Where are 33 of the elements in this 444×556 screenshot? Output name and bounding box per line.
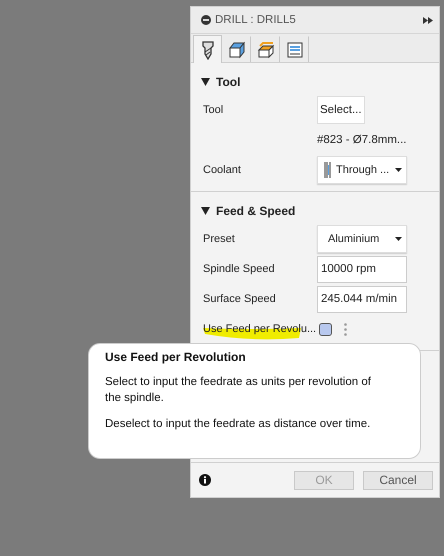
cancel-button[interactable]: Cancel: [363, 470, 433, 490]
field-label: Coolant: [203, 164, 242, 176]
input-field[interactable]: 245.044 m/min: [317, 286, 407, 312]
field-label: Tool: [203, 104, 224, 116]
tool-description: #823 - Ø7.8mm...: [317, 134, 406, 146]
collapse-triangle-icon[interactable]: [201, 78, 210, 86]
cube-icon: [228, 40, 246, 58]
caret-icon: [395, 168, 402, 172]
drill-bit-icon: [200, 40, 214, 60]
section-title: Feed & Speed: [216, 204, 296, 218]
tooltip-text: Deselect to input the feedrate as distance over time.: [105, 417, 372, 432]
field-label: Preset: [203, 233, 236, 245]
info-icon[interactable]: [199, 474, 211, 486]
tooltip-title: Use Feed per Revolution: [105, 350, 247, 364]
tooltip-text: Select to input the feedrate as units per revolution of the spindle.: [105, 375, 372, 406]
stock-block-icon: [256, 40, 274, 58]
field-label: Surface Speed: [203, 293, 277, 305]
fast-forward-icon[interactable]: [423, 16, 433, 24]
checkbox[interactable]: [319, 322, 332, 336]
list-panel-icon: [286, 42, 302, 58]
input-field[interactable]: 10000 rpm: [317, 256, 407, 282]
more-options-icon[interactable]: [344, 322, 347, 336]
dropdown[interactable]: Aluminium: [317, 225, 407, 253]
collapse-triangle-icon[interactable]: [201, 207, 210, 215]
caret-icon: [395, 237, 402, 241]
tab[interactable]: [193, 35, 222, 63]
minus-circle-icon[interactable]: [201, 15, 211, 25]
coolant-lines-icon: [324, 161, 331, 179]
window-title: DRILL : DRILL5: [215, 14, 297, 26]
section-title: Tool: [216, 75, 240, 89]
dropdown[interactable]: Through ...: [317, 156, 407, 184]
field-label: Spindle Speed: [203, 263, 276, 275]
select-button[interactable]: Select...: [317, 96, 365, 124]
